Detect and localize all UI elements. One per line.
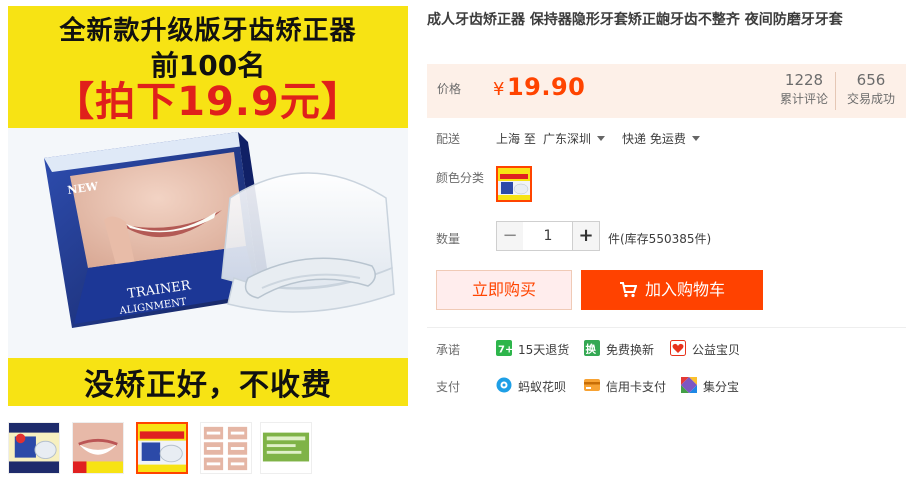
chevron-down-icon <box>691 136 700 141</box>
reviews-stat[interactable]: 1228 累计评论 <box>773 70 835 108</box>
payment-jifenbao[interactable]: 集分宝 <box>703 378 739 395</box>
divider <box>427 327 906 328</box>
add-to-cart-button[interactable]: 加入购物车 <box>581 270 763 310</box>
shipping-method-dropdown[interactable]: 快递 免运费 <box>622 130 700 147</box>
thumbnail-4[interactable] <box>200 422 252 474</box>
thumbnail-1[interactable] <box>8 422 60 474</box>
buy-now-button[interactable]: 立即购买 <box>436 270 572 310</box>
charity-icon <box>670 340 686 356</box>
credit-card-icon <box>584 377 600 393</box>
thumbnail-3-image <box>138 424 186 472</box>
shipping-method: 快递 免运费 <box>622 132 686 146</box>
thumbnail-3[interactable] <box>136 422 188 474</box>
sales-count: 656 <box>856 71 886 89</box>
reviews-count: 1228 <box>784 71 824 89</box>
banner-headline: 全新款升级版牙齿矫正器 <box>59 16 357 46</box>
thumbnail-5-image <box>261 423 311 473</box>
return-15-icon: 7+ <box>496 340 513 356</box>
currency-symbol: ¥ <box>493 79 505 100</box>
payment-huabei[interactable]: 蚂蚁花呗 <box>518 378 566 395</box>
product-photo-illustration: TRAINER ALIGNMENT NEW <box>8 128 408 358</box>
shipping-from: 上海 至 <box>496 132 536 146</box>
price-amount: 19.90 <box>506 73 586 101</box>
jifenbao-icon <box>681 377 697 393</box>
shipping-label: 配送 <box>436 132 461 146</box>
color-label: 颜色分类 <box>436 171 485 185</box>
promise-label: 承诺 <box>436 343 461 357</box>
shipping-destination-dropdown[interactable]: 广东深圳 <box>543 130 606 147</box>
svg-text:换: 换 <box>586 343 597 356</box>
quantity-increase-button[interactable]: + <box>572 221 600 251</box>
color-option-swatch[interactable] <box>496 166 532 202</box>
promo-banner-top: 全新款升级版牙齿矫正器 前100名 【拍下19.9元】 <box>8 6 408 128</box>
huabei-icon <box>496 377 512 393</box>
price-label: 价格 <box>437 82 462 96</box>
promise-charity[interactable]: 公益宝贝 <box>692 341 740 358</box>
sales-stat: 656 交易成功 <box>839 70 903 108</box>
payment-credit-card[interactable]: 信用卡支付 <box>606 378 666 395</box>
thumbnail-2-image <box>73 423 123 473</box>
promise-return[interactable]: 15天退货 <box>518 341 569 358</box>
shipping-destination: 广东深圳 <box>543 132 592 146</box>
quantity-stepper: − + <box>496 221 600 251</box>
payment-label: 支付 <box>436 380 461 394</box>
stat-divider <box>835 72 836 110</box>
price-value: ¥19.90 <box>493 73 585 101</box>
cart-icon <box>619 274 638 312</box>
promo-banner-bottom: 没矫正好，不收费 <box>8 358 408 406</box>
quantity-decrease-button[interactable]: − <box>496 221 524 251</box>
stock-text: 件(库存550385件) <box>608 232 712 246</box>
quantity-label: 数量 <box>436 232 461 246</box>
thumbnail-4-image <box>201 423 251 473</box>
exchange-icon: 换 <box>584 340 600 356</box>
add-to-cart-label: 加入购物车 <box>644 280 725 299</box>
guarantee-slogan: 没矫正好，不收费 <box>84 368 332 403</box>
main-product-image[interactable]: 全新款升级版牙齿矫正器 前100名 【拍下19.9元】 TRAINER ALIG… <box>8 6 408 406</box>
product-photo: TRAINER ALIGNMENT NEW <box>8 128 408 358</box>
promise-exchange[interactable]: 免费换新 <box>606 341 654 358</box>
thumbnail-strip <box>8 422 408 474</box>
svg-text:7+: 7+ <box>498 345 512 356</box>
reviews-label: 累计评论 <box>779 92 828 106</box>
thumbnail-5[interactable] <box>260 422 312 474</box>
thumbnail-2[interactable] <box>72 422 124 474</box>
quantity-input[interactable] <box>523 221 573 251</box>
thumbnail-1-image <box>9 423 59 473</box>
product-title: 成人牙齿矫正器 保持器隐形牙套矫正龅牙齿不整齐 夜间防磨牙牙套 <box>427 12 843 28</box>
sales-label: 交易成功 <box>846 92 895 106</box>
banner-price-callout: 【拍下19.9元】 <box>54 79 362 125</box>
product-page: 全新款升级版牙齿矫正器 前100名 【拍下19.9元】 TRAINER ALIG… <box>0 0 924 485</box>
color-option-image <box>498 168 530 200</box>
price-panel: 价格 ¥19.90 1228 累计评论 656 交易成功 <box>427 64 906 118</box>
chevron-down-icon <box>597 136 606 141</box>
